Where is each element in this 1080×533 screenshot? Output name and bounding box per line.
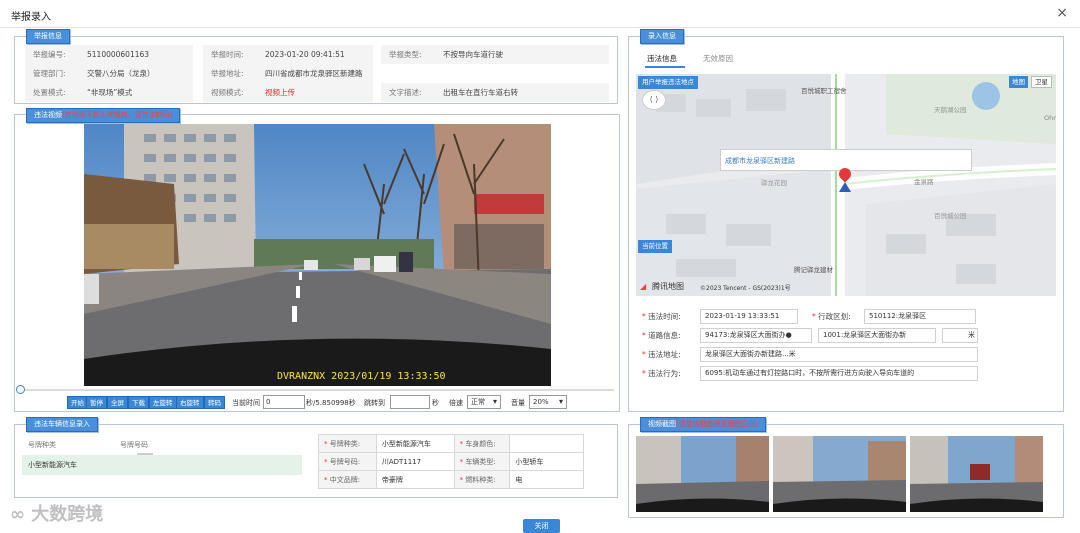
- speed-label: 倍速: [449, 399, 463, 407]
- plate-number-value: 川ADT1117: [375, 452, 455, 471]
- violation-act-row: 违法行为: 6095:机动车通过有灯控路口时，不按所需行进方向驶入导向车道的: [642, 364, 1058, 383]
- duration-text: 秒/5.850998秒: [306, 399, 356, 407]
- vehicle-info-tag: 违法车辆信息录入: [26, 417, 98, 432]
- watermark: ∞ 大数跨境: [10, 504, 104, 525]
- fuel-type-value: 电: [509, 470, 584, 489]
- district-select[interactable]: 510112:龙泉驿区: [864, 309, 976, 324]
- violation-address-input[interactable]: 龙泉驿区大面街办新建路...米: [700, 347, 978, 362]
- vehicle-position-icon: [839, 182, 851, 192]
- active-tab-underline: [645, 66, 685, 68]
- dept-value: 交警八分局（龙泉）: [87, 69, 155, 78]
- current-time-label: 当前时间: [232, 399, 260, 407]
- road-meter-input[interactable]: 米: [942, 328, 978, 343]
- video-mode-value: 视频上传: [265, 88, 295, 97]
- current-position-button[interactable]: 当前位置: [638, 240, 672, 253]
- dashcam-frame: DVRANZNX 2023/01/19 13:33:50: [84, 124, 551, 386]
- dialog-titlebar: 举报录入 ×: [0, 0, 1080, 28]
- transcode-button[interactable]: 转码: [204, 396, 225, 409]
- report-type-value: 不按导向车道行驶: [443, 50, 503, 59]
- map-poi-label: 用户举报违法地点: [638, 76, 698, 89]
- dialog-title: 举报录入: [11, 12, 51, 23]
- close-button[interactable]: 关闭: [523, 519, 560, 533]
- video-progress-track[interactable]: [22, 389, 614, 391]
- description-value: 出租车在直行车道右转: [443, 88, 518, 97]
- video-timestamp-overlay: DVRANZNX 2023/01/19 13:33:50: [277, 371, 446, 382]
- screenshots-tag: 视频截图(请旋转截图保证截图正向): [640, 417, 767, 432]
- play-button[interactable]: 开始: [67, 396, 88, 409]
- map-provider: 腾讯地图: [652, 282, 684, 291]
- report-info-tag: 举报信息: [26, 29, 70, 44]
- report-address-value: 四川省成都市龙泉驿区新建路: [265, 69, 363, 78]
- report-id-value: 5110000601163: [87, 50, 150, 59]
- map-place-1: 百悦城职工宿舍: [801, 87, 847, 95]
- watermark-logo-icon: ∞: [10, 504, 32, 525]
- plate-type-value: 小型新能源汽车: [375, 434, 455, 453]
- speed-select[interactable]: 正常: [467, 395, 501, 409]
- screenshot-thumbnail-3[interactable]: [910, 436, 1043, 512]
- map-place-7: Ohm: [1044, 114, 1056, 122]
- jump-label: 跳转到: [364, 399, 385, 407]
- vehicle-col-plate-number: 号牌号码: [120, 441, 148, 449]
- map-mode-button[interactable]: 地图: [1009, 76, 1028, 88]
- handling-mode-value: “非现场”模式: [87, 88, 133, 97]
- report-time-value: 2023-01-20 09:41:51: [265, 50, 345, 59]
- vehicle-type-value: 小型轿车: [509, 452, 584, 471]
- screenshot-thumbnail-1[interactable]: [636, 436, 769, 512]
- fullscreen-button[interactable]: 全屏: [107, 396, 128, 409]
- map-place-3: 驿龙花园: [761, 179, 787, 187]
- body-color-value: [509, 434, 584, 453]
- vehicle-list-row[interactable]: 小型新能源汽车: [22, 455, 302, 475]
- pause-button[interactable]: 暂停: [86, 396, 107, 409]
- screenshot-thumbnail-2[interactable]: [773, 436, 906, 512]
- jump-unit: 秒: [432, 399, 439, 407]
- rotate-left-button[interactable]: 左旋转: [149, 396, 177, 409]
- download-button[interactable]: 下载: [128, 396, 149, 409]
- map-place-6: 腾记驿龙建材: [794, 266, 833, 274]
- violation-time-input[interactable]: 2023-01-19 13:33:51: [700, 309, 798, 324]
- map-place-4: 金泉路: [914, 178, 934, 186]
- map-place-2: 天鹅湖公园: [934, 106, 967, 114]
- violation-act-select[interactable]: 6095:机动车通过有灯控路口时，不按所需行进方向驶入导向车道的: [700, 366, 978, 381]
- road-subsection-select[interactable]: 1001:龙泉驿区大面街办新: [818, 328, 936, 343]
- map-copyright: ©2023 Tencent - GS(2023)1号: [700, 285, 791, 292]
- vehicle-detail-table: 号牌种类:小型新能源汽车 车身颜色: 号牌号码:川ADT1117 车辆类型:小型…: [318, 434, 584, 489]
- vehicle-col-plate-type: 号牌种类: [28, 441, 56, 449]
- map-pan-control[interactable]: ⟨ ⟩: [642, 90, 666, 110]
- road-section-select[interactable]: 94173:龙泉驿区大面街办●: [700, 328, 812, 343]
- video-tag: 违法视频(若视频不能正常播放，请尝试转码): [26, 108, 181, 123]
- violation-address-row: 违法地址: 龙泉驿区大面街办新建路...米: [642, 345, 1058, 364]
- jump-input[interactable]: [390, 395, 430, 409]
- brand-value: 帝豪牌: [375, 470, 455, 489]
- volume-select[interactable]: 20%: [529, 395, 567, 409]
- tab-invalid-reason[interactable]: 无效原因: [703, 53, 733, 64]
- video-player[interactable]: DVRANZNX 2023/01/19 13:33:50: [84, 124, 551, 386]
- map-view[interactable]: 用户举报违法地点 ⟨ ⟩ 地图 卫星 百悦城职工宿舍 天鹅湖公园 驿龙花园 金泉…: [636, 74, 1056, 296]
- satellite-mode-button[interactable]: 卫星: [1031, 76, 1052, 88]
- volume-label: 音量: [511, 399, 525, 407]
- tencent-map-logo-icon: ◢: [640, 282, 647, 291]
- road-info-row: 道路信息: 94173:龙泉驿区大面街办● 1001:龙泉驿区大面街办新 米: [642, 326, 1058, 345]
- close-icon[interactable]: ×: [1056, 5, 1068, 21]
- report-info-panel: 举报编号: 5110000601163 举报时间: 2023-01-20 09:…: [14, 36, 618, 104]
- video-progress-knob[interactable]: [16, 385, 25, 394]
- map-place-5: 百悦城公园: [934, 212, 967, 220]
- rotate-right-button[interactable]: 右旋转: [176, 396, 204, 409]
- current-time-input[interactable]: 0: [263, 395, 305, 409]
- entry-info-tag: 录入信息: [640, 29, 684, 44]
- tab-violation-info[interactable]: 违法信息: [647, 53, 677, 64]
- violation-time-row: 违法时间: 2023-01-19 13:33:51 行政区划: 510112:龙…: [642, 307, 1058, 326]
